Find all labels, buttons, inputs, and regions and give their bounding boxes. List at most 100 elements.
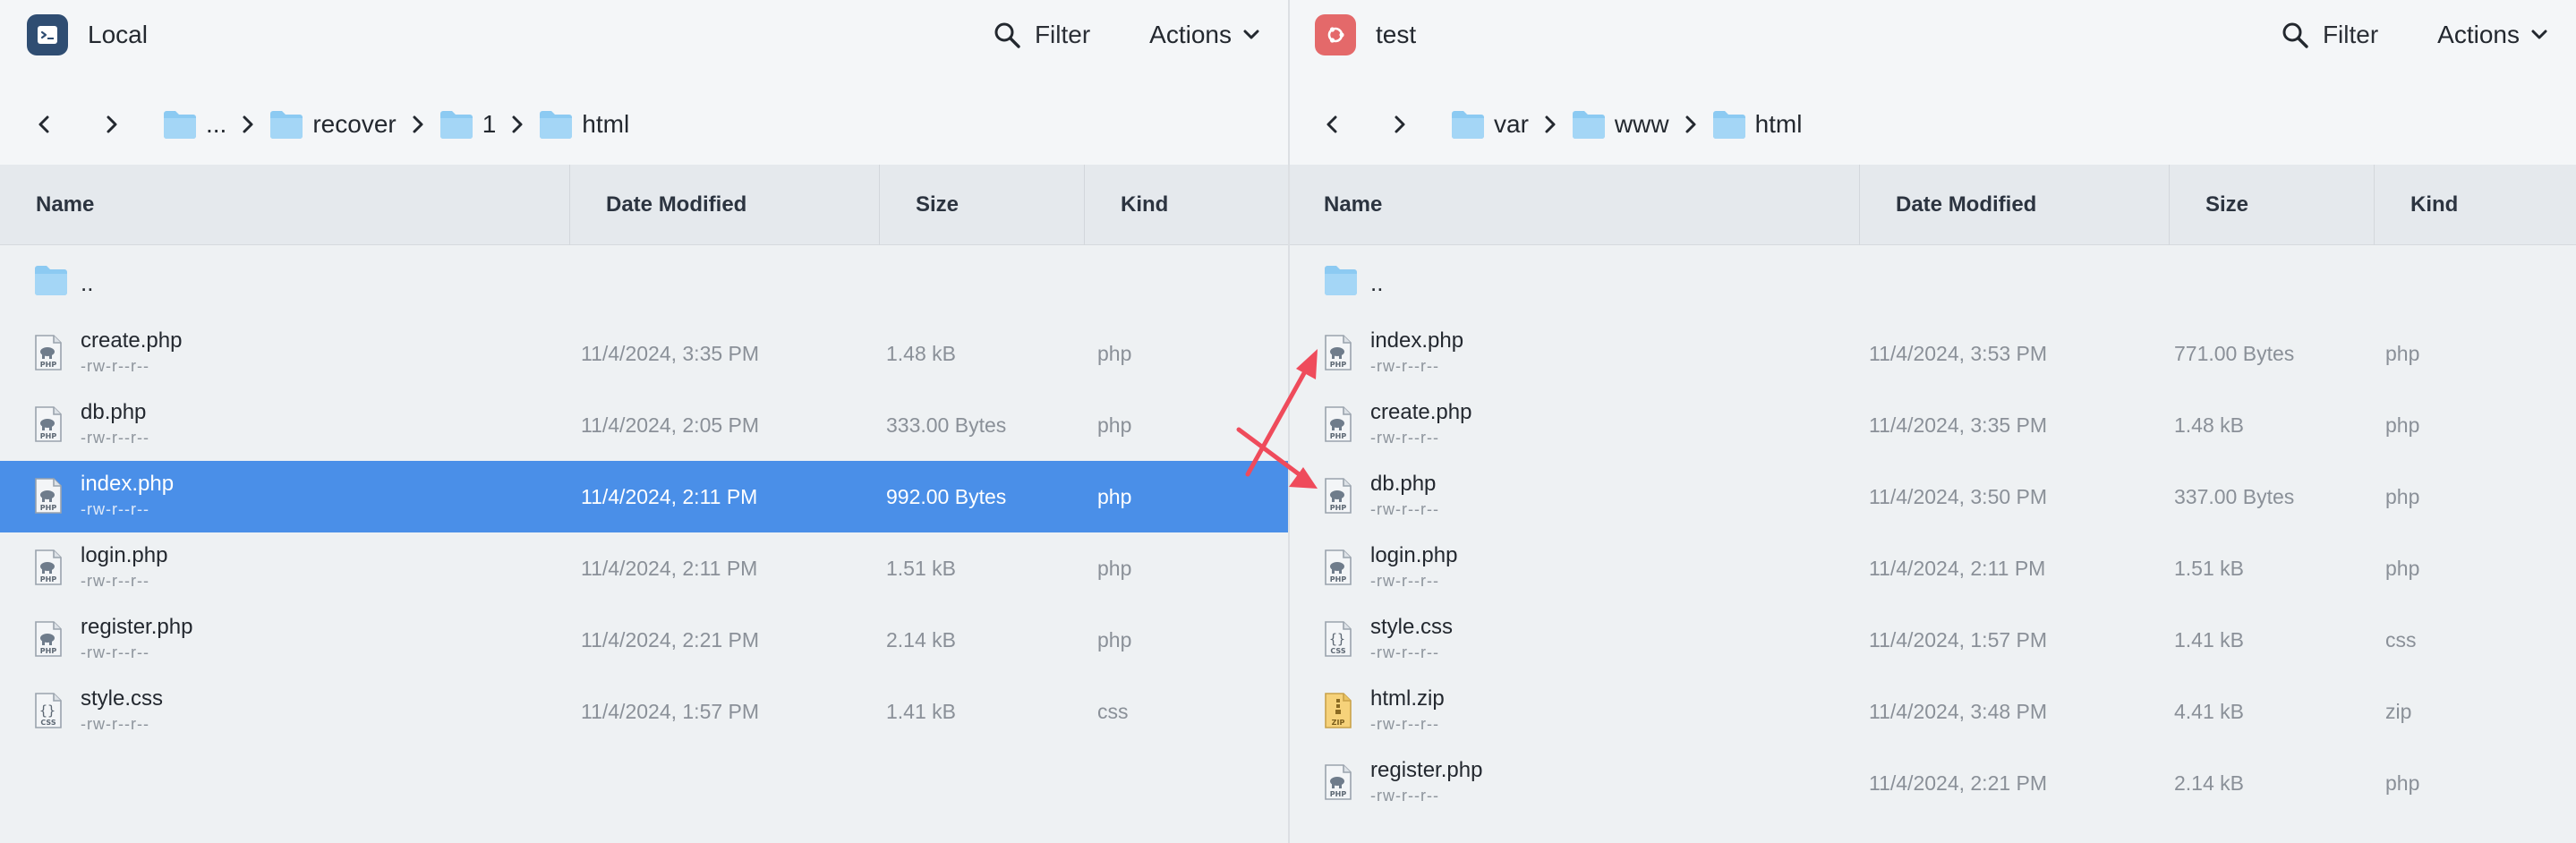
php-file-icon: PHP	[1325, 335, 1352, 370]
php-file-icon: PHP	[35, 478, 62, 514]
file-date-modified: 11/4/2024, 2:11 PM	[581, 557, 758, 580]
file-row[interactable]: PHP create.php -rw-r--r-- 11/4/2024, 3:35 P…	[1290, 389, 2576, 461]
column-name-label: Name	[36, 192, 95, 217]
terminal-app-icon[interactable]	[27, 14, 68, 55]
svg-text:PHP: PHP	[40, 432, 57, 440]
column-size-label: Size	[916, 192, 960, 217]
svg-text:PHP: PHP	[1330, 432, 1347, 440]
parent-directory-row[interactable]: ..	[0, 246, 1288, 318]
file-row[interactable]: PHP index.php -rw-r--r-- 11/4/2024, 2:11 PM…	[0, 461, 1288, 532]
breadcrumb-item[interactable]: ...	[163, 109, 226, 140]
breadcrumb-item[interactable]: html	[539, 109, 629, 140]
column-size[interactable]: Size	[2169, 165, 2374, 245]
column-kind[interactable]: Kind	[1084, 165, 1288, 245]
file-permissions: -rw-r--r--	[81, 715, 149, 733]
file-row[interactable]: PHP login.php -rw-r--r-- 11/4/2024, 2:11 PM…	[0, 532, 1288, 604]
breadcrumb-label: html	[1754, 110, 1803, 138]
actions-menu-button[interactable]: Actions	[1149, 21, 1262, 49]
file-size: 992.00 Bytes	[886, 485, 1007, 508]
actions-label: Actions	[2437, 21, 2520, 48]
breadcrumb-separator	[1543, 115, 1557, 134]
breadcrumb-item[interactable]: html	[1712, 109, 1803, 140]
parent-label: ..	[81, 269, 94, 296]
ubuntu-server-icon[interactable]	[1315, 14, 1356, 55]
forward-button[interactable]	[1381, 106, 1417, 142]
file-name: register.php	[1370, 758, 1483, 782]
file-row[interactable]: PHP register.php -rw-r--r-- 11/4/2024, 2:21…	[1290, 747, 2576, 819]
forward-button[interactable]	[93, 106, 129, 142]
file-row[interactable]: PHP db.php -rw-r--r-- 11/4/2024, 3:50 PM 337…	[1290, 461, 2576, 532]
php-file-icon: PHP	[1325, 406, 1352, 442]
column-name[interactable]: Name	[0, 165, 569, 245]
column-size[interactable]: Size	[879, 165, 1084, 245]
back-button[interactable]	[27, 106, 63, 142]
svg-text:PHP: PHP	[40, 575, 57, 583]
svg-text:PHP: PHP	[1330, 790, 1347, 798]
column-header: Name Date Modified Size Kind	[1290, 165, 2576, 245]
file-kind: php	[2385, 485, 2420, 508]
file-icon-wrap: PHP	[1324, 477, 1352, 519]
file-row[interactable]: PHP db.php -rw-r--r-- 11/4/2024, 2:05 PM 333…	[0, 389, 1288, 461]
file-date-modified: 11/4/2024, 2:21 PM	[581, 628, 760, 651]
file-row[interactable]: PHP create.php -rw-r--r-- 11/4/2024, 3:35 P…	[0, 318, 1288, 389]
file-icon-wrap: PHP	[34, 620, 63, 662]
breadcrumb-item[interactable]: www	[1572, 109, 1669, 140]
filter-button[interactable]: Filter	[2280, 20, 2378, 50]
breadcrumb-item[interactable]: recover	[269, 109, 397, 140]
file-size: 1.51 kB	[886, 557, 956, 580]
file-row[interactable]: ZIP html.zip -rw-r--r-- 11/4/2024, 3:48 PM 4…	[1290, 676, 2576, 747]
remote-title-row: test Filter Actions	[1315, 14, 2550, 55]
file-permissions: -rw-r--r--	[1370, 500, 1439, 518]
file-name: register.php	[81, 615, 193, 639]
php-file-icon: PHP	[35, 621, 62, 657]
column-name[interactable]: Name	[1290, 165, 1859, 245]
file-icon-wrap: PHP	[34, 334, 63, 376]
column-kind[interactable]: Kind	[2374, 165, 2576, 245]
file-row[interactable]: PHP login.php -rw-r--r-- 11/4/2024, 2:11 PM…	[1290, 532, 2576, 604]
parent-directory-row[interactable]: ..	[1290, 246, 2576, 318]
zip-file-icon: ZIP	[1325, 693, 1352, 728]
column-date-modified[interactable]: Date Modified	[1859, 165, 2169, 245]
column-date-modified[interactable]: Date Modified	[569, 165, 879, 245]
file-icon-wrap: PHP	[34, 477, 63, 519]
chevron-right-icon	[243, 115, 253, 133]
column-kind-label: Kind	[2410, 192, 2459, 217]
file-name: db.php	[81, 400, 147, 424]
filter-button[interactable]: Filter	[992, 20, 1090, 50]
breadcrumb-item[interactable]: 1	[439, 109, 496, 140]
chevron-right-icon	[107, 115, 117, 133]
folder-icon	[1712, 111, 1745, 139]
connection-name: test	[1376, 21, 1417, 48]
search-icon	[994, 22, 1020, 48]
file-row[interactable]: {} CSS style.css -rw-r--r-- 11/4/2024, 1:57 …	[0, 676, 1288, 747]
svg-text:PHP: PHP	[1330, 575, 1347, 583]
file-name: style.css	[1370, 615, 1454, 639]
file-permissions: -rw-r--r--	[1370, 357, 1439, 375]
css-file-icon: {}CSS	[35, 693, 62, 728]
file-name: create.php	[1370, 400, 1472, 424]
file-date-modified: 11/4/2024, 3:53 PM	[1869, 342, 2048, 365]
folder-icon	[270, 111, 303, 139]
column-header: Name Date Modified Size Kind	[0, 165, 1288, 245]
chevron-right-icon	[512, 115, 523, 133]
file-name: html.zip	[1370, 686, 1445, 711]
breadcrumb-item[interactable]: var	[1451, 109, 1529, 140]
file-row[interactable]: PHP index.php -rw-r--r-- 11/4/2024, 3:53 PM…	[1290, 318, 2576, 389]
filter-label: Filter	[2322, 21, 2379, 48]
file-name: create.php	[81, 328, 183, 353]
file-size: 333.00 Bytes	[886, 413, 1007, 437]
back-button[interactable]	[1315, 106, 1351, 142]
folder-icon	[35, 266, 67, 295]
file-date-modified: 11/4/2024, 3:35 PM	[1869, 413, 2048, 437]
file-row[interactable]: {} CSS style.css -rw-r--r-- 11/4/2024, 1:57 …	[1290, 604, 2576, 676]
breadcrumb-label: www	[1614, 110, 1669, 138]
file-kind: php	[1097, 413, 1132, 437]
breadcrumb-separator	[411, 115, 425, 134]
chevron-left-icon	[1326, 115, 1337, 133]
file-row[interactable]: PHP register.php -rw-r--r-- 11/4/2024, 2:21…	[0, 604, 1288, 676]
actions-label: Actions	[1149, 21, 1232, 48]
connection-name: Local	[88, 21, 148, 48]
file-date-modified: 11/4/2024, 2:11 PM	[581, 485, 758, 508]
actions-menu-button[interactable]: Actions	[2437, 21, 2550, 49]
search-icon	[2282, 22, 2308, 48]
